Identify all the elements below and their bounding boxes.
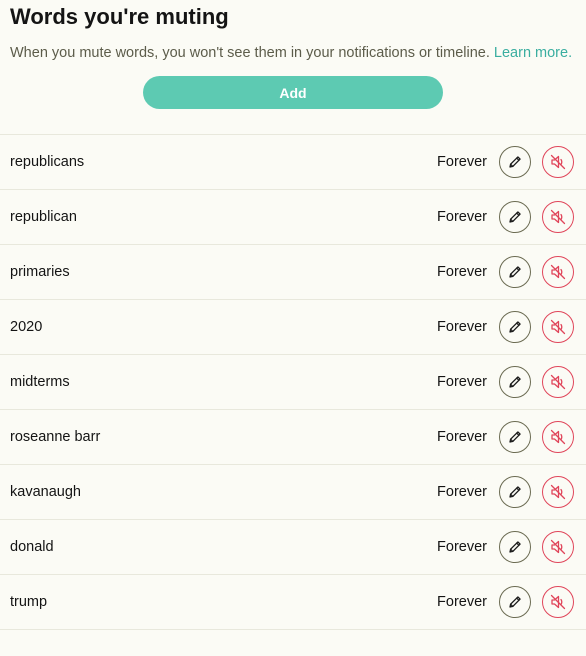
muted-speaker-icon: [549, 318, 567, 336]
edit-button[interactable]: [499, 311, 531, 343]
mute-duration: Forever: [437, 154, 487, 170]
edit-button[interactable]: [499, 421, 531, 453]
muted-word-text[interactable]: republicans: [10, 154, 84, 170]
muted-word-text[interactable]: donald: [10, 539, 54, 555]
muted-word-row: kavanaugh Forever: [0, 465, 586, 520]
mute-duration: Forever: [437, 429, 487, 445]
unmute-button[interactable]: [542, 146, 574, 178]
edit-button[interactable]: [499, 476, 531, 508]
edit-button[interactable]: [499, 201, 531, 233]
pencil-icon: [507, 319, 523, 335]
edit-button[interactable]: [499, 366, 531, 398]
muted-word-text[interactable]: roseanne barr: [10, 429, 100, 445]
mute-duration: Forever: [437, 594, 487, 610]
unmute-button[interactable]: [542, 201, 574, 233]
muted-speaker-icon: [549, 538, 567, 556]
muted-words-panel: Words you're muting When you mute words,…: [0, 0, 586, 656]
edit-button[interactable]: [499, 531, 531, 563]
mute-duration: Forever: [437, 374, 487, 390]
muted-speaker-icon: [549, 373, 567, 391]
add-button[interactable]: Add: [143, 76, 443, 109]
mute-duration: Forever: [437, 209, 487, 225]
mute-duration: Forever: [437, 539, 487, 555]
pencil-icon: [507, 539, 523, 555]
muted-words-list: republicans Forever republican Forever prima…: [0, 134, 586, 630]
pencil-icon: [507, 594, 523, 610]
pencil-icon: [507, 374, 523, 390]
mute-duration: Forever: [437, 484, 487, 500]
learn-more-link[interactable]: Learn more.: [494, 45, 572, 61]
muted-speaker-icon: [549, 593, 567, 611]
muted-speaker-icon: [549, 428, 567, 446]
unmute-button[interactable]: [542, 256, 574, 288]
muted-word-row: midterms Forever: [0, 355, 586, 410]
muted-speaker-icon: [549, 153, 567, 171]
pencil-icon: [507, 209, 523, 225]
muted-word-row: trump Forever: [0, 575, 586, 630]
page-title: Words you're muting: [10, 4, 229, 29]
pencil-icon: [507, 429, 523, 445]
mute-duration: Forever: [437, 264, 487, 280]
muted-speaker-icon: [549, 483, 567, 501]
muted-word-text[interactable]: kavanaugh: [10, 484, 81, 500]
pencil-icon: [507, 264, 523, 280]
muted-word-text[interactable]: trump: [10, 594, 47, 610]
edit-button[interactable]: [499, 586, 531, 618]
pencil-icon: [507, 154, 523, 170]
description-text: When you mute words, you won't see them …: [10, 45, 490, 61]
unmute-button[interactable]: [542, 311, 574, 343]
page-description: When you mute words, you won't see them …: [10, 45, 572, 61]
muted-word-row: primaries Forever: [0, 245, 586, 300]
unmute-button[interactable]: [542, 586, 574, 618]
muted-word-row: republicans Forever: [0, 135, 586, 190]
edit-button[interactable]: [499, 256, 531, 288]
muted-word-row: donald Forever: [0, 520, 586, 575]
muted-word-text[interactable]: midterms: [10, 374, 70, 390]
unmute-button[interactable]: [542, 476, 574, 508]
unmute-button[interactable]: [542, 531, 574, 563]
muted-word-text[interactable]: primaries: [10, 264, 70, 280]
muted-word-row: 2020 Forever: [0, 300, 586, 355]
muted-speaker-icon: [549, 208, 567, 226]
unmute-button[interactable]: [542, 366, 574, 398]
muted-word-text[interactable]: republican: [10, 209, 77, 225]
muted-word-text[interactable]: 2020: [10, 319, 42, 335]
muted-word-row: roseanne barr Forever: [0, 410, 586, 465]
unmute-button[interactable]: [542, 421, 574, 453]
mute-duration: Forever: [437, 319, 487, 335]
muted-word-row: republican Forever: [0, 190, 586, 245]
pencil-icon: [507, 484, 523, 500]
edit-button[interactable]: [499, 146, 531, 178]
muted-speaker-icon: [549, 263, 567, 281]
